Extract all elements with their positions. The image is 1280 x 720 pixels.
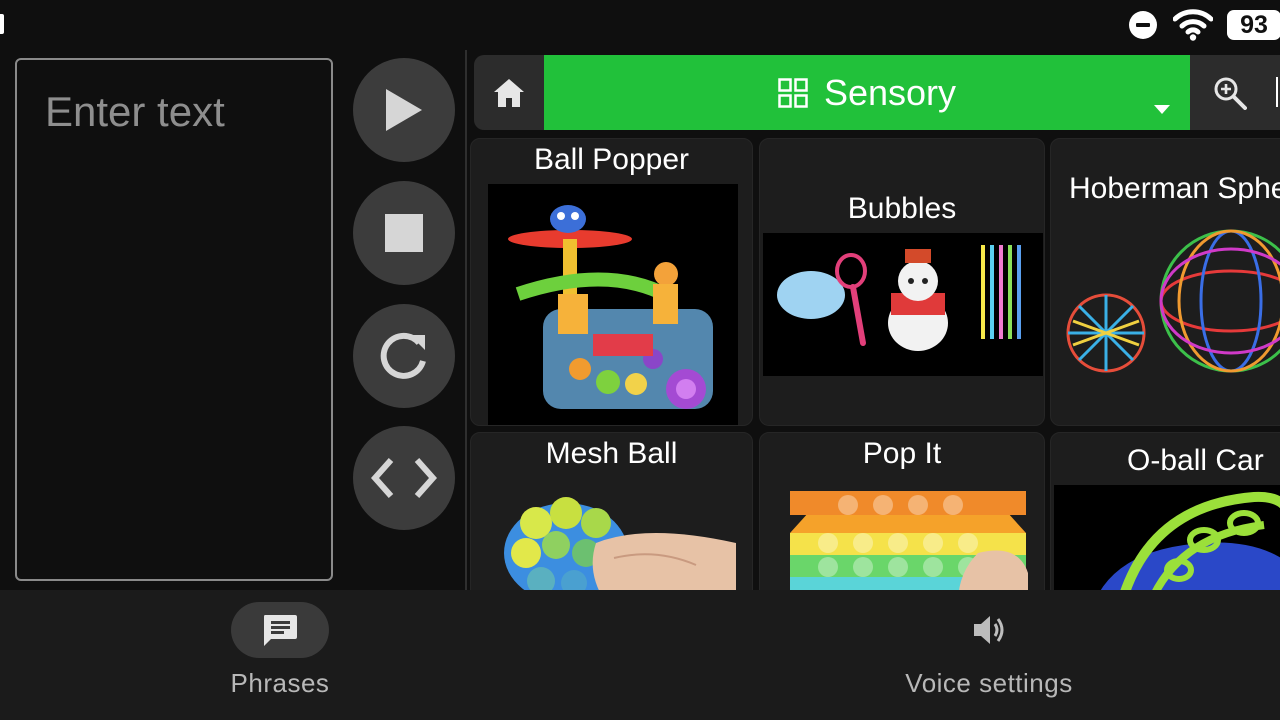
home-button[interactable] [474,55,544,130]
tile-pop-it[interactable]: Pop It [759,432,1045,602]
tile-label: Bubbles [847,192,957,225]
nav-phrases[interactable]: Phrases [150,602,410,712]
refresh-icon [380,332,426,379]
mesh-ball-image [496,483,736,601]
grid-icon [778,77,808,108]
nav-voice-settings[interactable]: Voice settings [859,602,1119,712]
tile-mesh-ball[interactable]: Mesh Ball [470,432,753,602]
tile-bubbles[interactable]: Bubbles [759,138,1045,426]
tile-o-ball-car[interactable]: O-ball Car [1050,432,1280,602]
ball-popper-image [488,184,738,425]
category-selector[interactable]: Sensory [544,55,1190,130]
dropdown-arrow-icon [1154,105,1170,114]
tile-label: Pop It [862,437,942,470]
nav-phrases-pill[interactable] [231,602,329,658]
category-title: Sensory [823,71,957,113]
code-button[interactable] [353,426,455,530]
tile-label: O-ball Car [1127,444,1264,477]
stop-icon [385,214,423,252]
speaker-icon [974,616,1004,644]
play-button[interactable] [353,58,455,162]
home-icon [494,78,524,107]
bottom-navigation: Phrases Voice settings [0,590,1280,720]
play-icon [386,89,422,131]
refresh-button[interactable] [353,304,455,408]
stop-button[interactable] [353,181,455,285]
nav-label: Phrases [230,668,330,698]
text-input[interactable]: Enter text [15,58,333,581]
zoom-in-icon [1214,77,1247,110]
code-icon [371,458,437,498]
wifi-icon [1173,9,1213,41]
o-ball-car-image [1054,485,1280,601]
status-indicator [0,14,4,34]
nav-label: Voice settings [905,668,1073,698]
hoberman-sphere-image [1051,221,1280,391]
do-not-disturb-icon [1129,11,1157,39]
text-input-placeholder: Enter text [45,88,225,135]
pop-it-image [788,483,1028,601]
status-bar: 93 [0,0,1280,50]
tile-ball-popper[interactable]: Ball Popper [470,138,753,426]
tile-label: Mesh Ball [545,437,678,470]
message-icon [264,615,297,646]
tile-hoberman-sphere[interactable]: Hoberman Sphere [1050,138,1280,426]
zoom-button[interactable] [1200,55,1260,130]
battery-icon: 93 [1227,10,1280,40]
tile-label: Hoberman Sphere [1069,172,1280,205]
nav-voice-settings-pill[interactable] [940,602,1038,658]
more-options-edge[interactable] [1276,77,1280,107]
panel-divider [465,50,467,590]
category-bar: Sensory [474,55,1280,130]
tile-label: Ball Popper [533,143,690,176]
bubbles-image [763,233,1043,376]
